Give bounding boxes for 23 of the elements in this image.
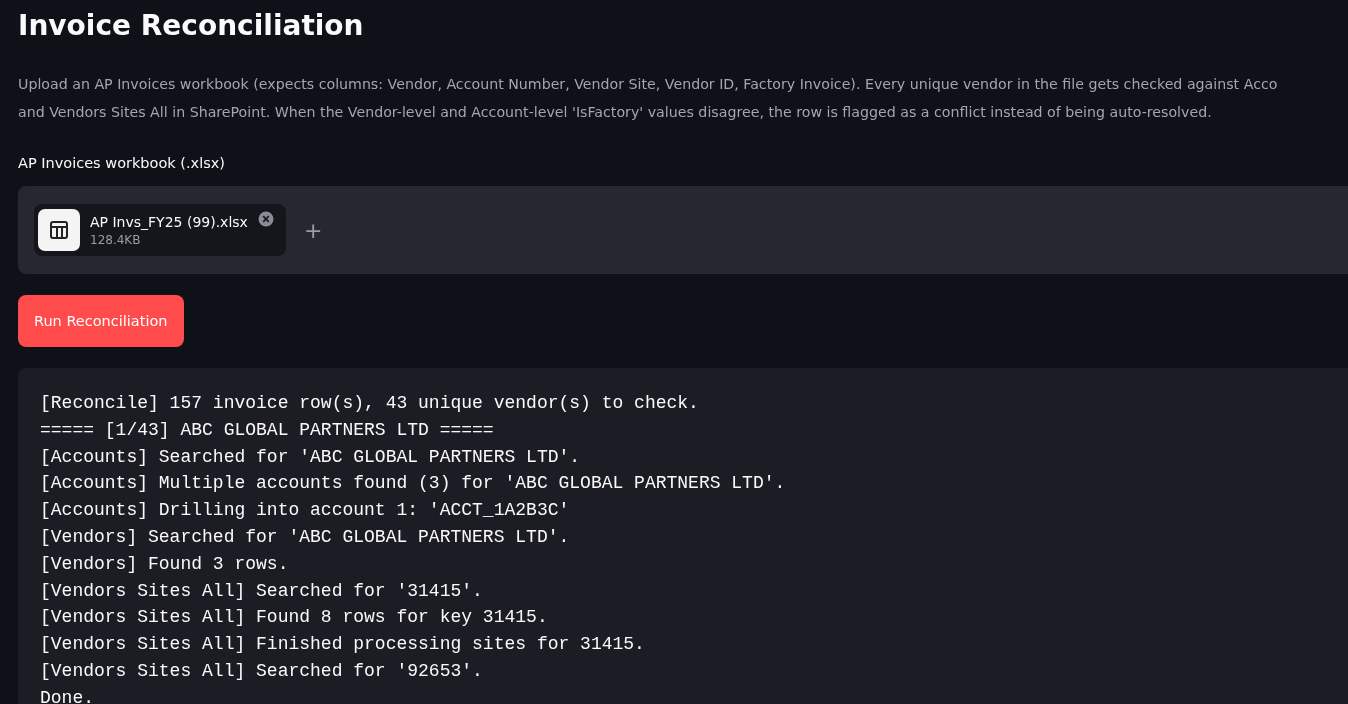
uploader-label: AP Invoices workbook (.xlsx) <box>18 154 225 173</box>
table-icon <box>38 209 80 251</box>
run-button[interactable]: Run Reconciliation <box>18 295 184 347</box>
log-line: [Reconcile] 157 invoice row(s), 43 unique vendor(s) to check. <box>40 392 699 415</box>
log-line: [Vendors Sites All] Finished processing sites for 31415. <box>40 633 645 657</box>
log-line: ===== [1/43] ABC GLOBAL PARTNERS LTD ===== <box>40 418 494 442</box>
log-line: [Accounts] Drilling into account 1: 'ACCT_1A2B3C' <box>40 499 570 523</box>
log-line: [Vendors Sites All] Searched for '92653'. <box>40 659 483 683</box>
log-line: [Vendors Sites All] Searched for '31415'. <box>40 579 483 603</box>
file-uploader[interactable]: AP Invs_FY25 (99).xlsx 128.4KB + <box>18 186 1348 274</box>
description-text: Upload an AP Invoices workbook (expects columns: Vendor, Account Number, Vendor Site, Vendor ID, Factory Invoice). Every unique vendor in the file gets checked against Acco <box>18 75 1278 94</box>
add-file-button[interactable]: + <box>300 217 327 243</box>
file-name: AP Invs_FY25 (99).xlsx <box>90 213 248 232</box>
log-line: [Vendors] Searched for 'ABC GLOBAL PARTNERS LTD'. <box>40 526 570 549</box>
log-line: [Vendors] Found 3 rows. <box>40 552 289 576</box>
log-line: Done. <box>40 686 94 704</box>
log-line: [Vendors Sites All] Found 8 rows for key 31415. <box>40 606 548 630</box>
file-size: 128.4KB <box>90 232 141 248</box>
log-line: [Accounts] Multiple accounts found (3) for 'ABC GLOBAL PARTNERS LTD'. <box>40 472 786 496</box>
remove-icon[interactable] <box>258 211 274 227</box>
log-line: [Accounts] Searched for 'ABC GLOBAL PARTNERS LTD'. <box>40 445 581 469</box>
description-text: and Vendors Sites All in SharePoint. When the Vendor-level and Account-level 'IsFactory' values disagree, the row is flagged as a conflict instead of being auto-resolved. <box>18 103 1212 122</box>
page-title: Invoice Reconciliation <box>18 8 364 44</box>
